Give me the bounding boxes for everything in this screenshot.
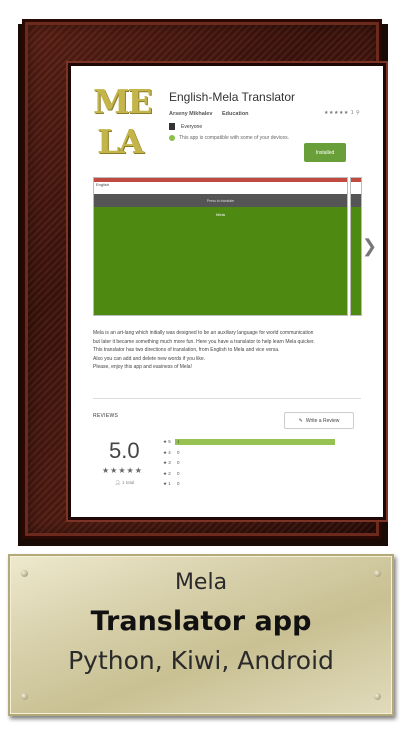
screenshot-topbar (94, 178, 347, 182)
screenshot-green-area (94, 207, 347, 315)
rating-bar-label: ★ 5 (163, 439, 171, 445)
rating-bar-row: ★ 2 0 (163, 469, 335, 480)
pencil-icon: ✎ (298, 417, 303, 424)
app-logo: ME LA (91, 82, 163, 164)
store-page: ME LA English-Mela Translator Arseny Mik… (68, 63, 386, 520)
compatibility-notice: This app is compatible with some of your… (169, 135, 289, 141)
rating-bar-track: 0 (175, 460, 335, 466)
app-meta: Arseny Mikhalev Education (169, 111, 257, 117)
screw-icon (21, 693, 28, 700)
screenshot-grey-bar: Press to translate (94, 194, 347, 207)
rating-bar-row: ★ 3 0 (163, 458, 335, 469)
screenshot2-topbar (351, 178, 361, 182)
screw-icon (374, 693, 381, 700)
screenshot2-grey-bar (351, 194, 361, 207)
rating-bar-count: 0 (177, 460, 180, 466)
developer-link[interactable]: Arseny Mikhalev (169, 111, 212, 117)
total-reviews-label: 1 total (121, 480, 135, 485)
picture-frame: ME LA English-Mela Translator Arseny Mik… (22, 19, 386, 539)
content-rating: Everyone (169, 123, 202, 130)
plaque-line-app-name: Mela (174, 570, 228, 595)
content-rating-label: Everyone (181, 123, 203, 130)
write-review-button[interactable]: ✎ Write a Review (284, 412, 354, 429)
average-score: 5.0 (109, 438, 140, 463)
plaque-line-title: Translator app (90, 606, 312, 637)
content-rating-icon (169, 123, 175, 130)
logo-line2: LA (97, 122, 144, 161)
rating-bar-fill (175, 439, 335, 446)
screenshot-green-label: Mela (216, 212, 225, 217)
category-link[interactable]: Education (222, 111, 249, 117)
rating-bar-track: 0 (175, 450, 335, 456)
rating-bar-track: 0 (175, 471, 335, 477)
rating-breakdown: ★ 5 1 ★ 4 0 ★ 3 0 ★ 2 0 ★ 1 0 (163, 437, 335, 490)
check-icon (169, 135, 175, 141)
description-line: Mela is an art-lang which initially was … (93, 330, 314, 336)
score-stars: ★★★★★ (102, 466, 143, 475)
app-screenshot-2[interactable] (350, 177, 362, 316)
rating-bar-count: 1 (177, 439, 180, 445)
screenshot2-green-area (351, 207, 361, 315)
rating-bar-label: ★ 3 (163, 460, 171, 466)
description-line: This translator has two directions of tr… (93, 347, 280, 353)
chevron-right-icon[interactable]: ❯ (362, 236, 377, 257)
rating-bar-row: ★ 1 0 (163, 479, 335, 490)
rating-bar-label: ★ 1 (163, 481, 171, 487)
rating-bar-row: ★ 4 0 (163, 448, 335, 459)
app-description: Mela is an art-lang which initially was … (93, 329, 363, 372)
name-plaque: Mela Translator app Python, Kiwi, Androi… (8, 554, 394, 716)
rating-bar-track: 1 (175, 439, 335, 446)
rating-bar-label: ★ 2 (163, 470, 171, 476)
screenshot-tab-label: English (96, 182, 110, 187)
description-line: but later it became something much more … (93, 338, 315, 345)
compatibility-text: This app is compatible with some of your… (179, 135, 290, 141)
rating-bar-label: ★ 4 (163, 449, 171, 455)
rating-bar-row: ★ 5 1 (163, 437, 335, 448)
total-reviews: 👤︎ 1 total (115, 480, 134, 486)
rating-summary: ★★★★★ 1 ⚲ (324, 110, 361, 116)
write-review-label: Write a Review (305, 417, 340, 424)
installed-button[interactable]: Installed (304, 143, 346, 162)
rating-bar-count: 0 (177, 449, 180, 455)
rating-bar-count: 0 (177, 470, 180, 476)
plaque-line-tech: Python, Kiwi, Android (68, 646, 334, 675)
rating-bar-count: 0 (177, 481, 180, 487)
description-line: Also you can add and delete new words if… (93, 355, 206, 362)
description-line: Please, enjoy this app and easiness of M… (93, 364, 192, 370)
rating-bar-track: 0 (175, 481, 335, 487)
person-icon: 👤︎ (115, 480, 121, 485)
logo-line1: ME (93, 82, 153, 121)
divider (93, 398, 361, 399)
app-screenshot[interactable]: English Press to translate Mela (93, 177, 348, 316)
reviews-heading: REVIEWS (93, 413, 119, 419)
app-title: English-Mela Translator (169, 90, 296, 104)
